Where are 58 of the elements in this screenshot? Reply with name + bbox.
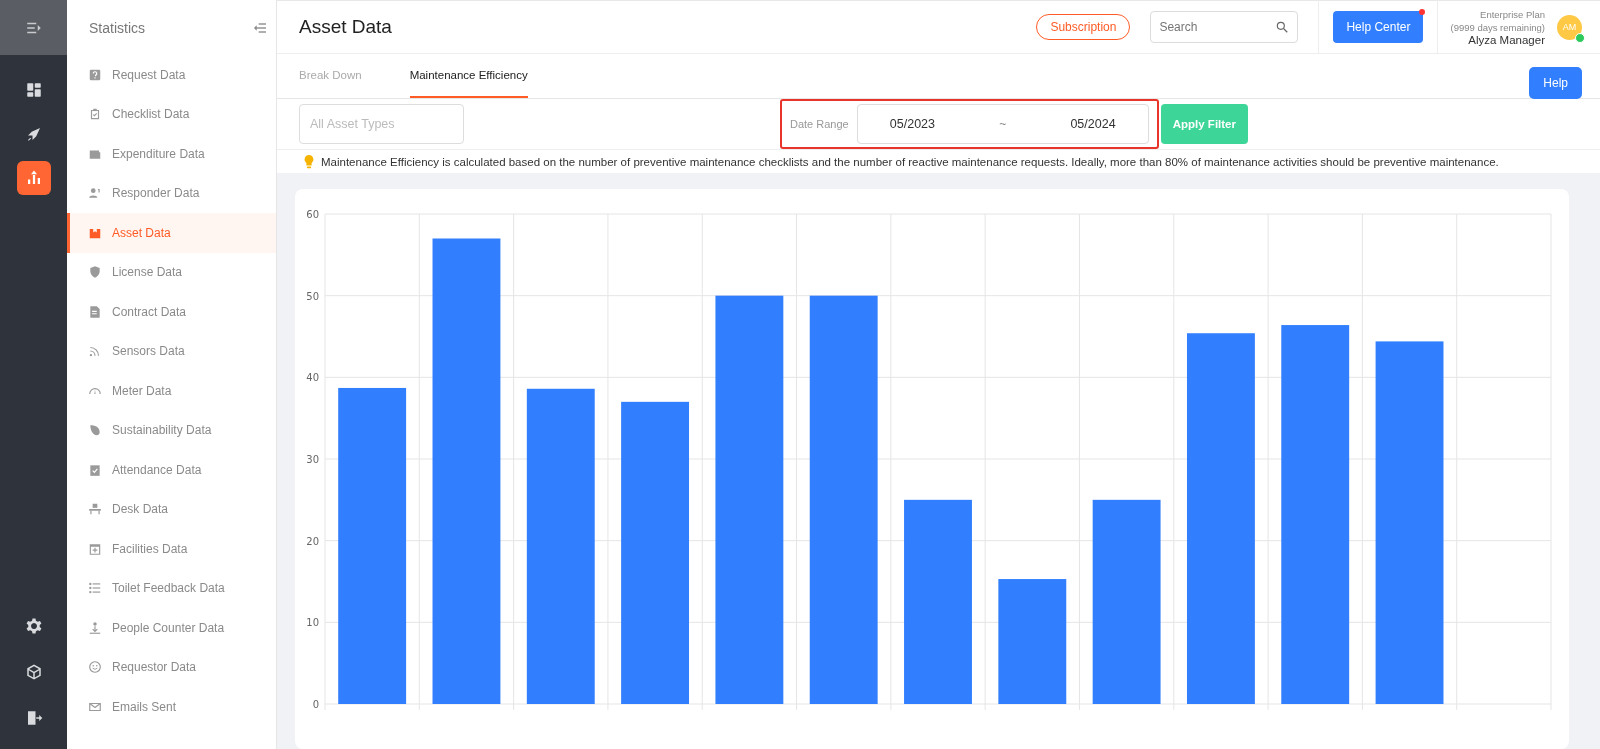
y-axis-label: 0 [312, 699, 319, 710]
y-axis-label: 60 [306, 209, 319, 220]
sidebar-item[interactable]: License Data [67, 252, 276, 292]
asset-type-select[interactable]: All Asset Types [299, 104, 464, 144]
page-title: Asset Data [299, 16, 393, 38]
plan-name: Enterprise Plan [1480, 8, 1545, 21]
sidebar-item[interactable]: Desk Data [67, 489, 276, 529]
smile-icon [88, 660, 102, 675]
user-name: Alyza Manager [1468, 34, 1545, 46]
help-button[interactable]: Help [1529, 67, 1582, 99]
sidebar-item[interactable]: Expenditure Data [67, 134, 276, 174]
sidebar-item[interactable]: Sensors Data [67, 331, 276, 371]
calendar-plus-icon [88, 541, 102, 556]
y-axis-label: 50 [306, 290, 319, 302]
y-axis-label: 40 [306, 372, 319, 384]
leaf-icon [88, 423, 102, 438]
date-range-label: Date Range [790, 118, 849, 130]
rail-nav-button[interactable] [16, 161, 51, 195]
help-center-button[interactable]: Help Center [1333, 11, 1424, 43]
tab[interactable]: Break Down [299, 54, 362, 98]
sidebar-item[interactable]: Toilet Feedback Data [67, 568, 276, 608]
document-icon [88, 304, 102, 319]
settings-icon [24, 617, 43, 635]
sidebar-item[interactable]: Request Data [67, 55, 276, 95]
clipboard-icon [88, 462, 102, 477]
sidebar-item[interactable]: Sustainability Data [67, 410, 276, 450]
plan-days: (9999 days remaining) [1450, 21, 1545, 34]
sidebar-item[interactable]: Asset Data [67, 213, 276, 253]
search-field[interactable]: Search [1150, 11, 1299, 43]
sidebar-item[interactable]: People Counter Data [67, 608, 276, 648]
user-icon [88, 186, 102, 201]
sidebar-item[interactable]: Emails Sent [67, 687, 276, 727]
sidebar-item[interactable]: Checklist Data [67, 94, 276, 134]
search-icon[interactable] [1275, 20, 1290, 34]
subscription-button[interactable]: Subscription [1036, 14, 1131, 40]
signal-icon [88, 344, 102, 359]
desk-icon [88, 502, 102, 517]
cube-icon [24, 663, 43, 681]
sidebar-item[interactable]: Meter Data [67, 371, 276, 411]
apply-filter-button[interactable]: Apply Filter [1160, 104, 1248, 144]
sidebar-item[interactable]: Facilities Data [67, 529, 276, 569]
sidebar-title: Statistics [89, 19, 145, 36]
date-range-field[interactable]: 05/2023 ~ 05/2024 [856, 104, 1149, 144]
person-counter-icon [88, 620, 102, 635]
sidebar-item[interactable]: Responder Data [67, 173, 276, 213]
clipboard-check-icon [88, 107, 102, 122]
shield-icon [88, 265, 102, 280]
info-text: Maintenance Efficiency is calculated based on the number of preventive maintenance checklists and the number of reactive maintenance requests. Ideally, more than 80% of maintenance activities should be preventive maintenance. [321, 155, 1499, 168]
dashboard-icon [24, 81, 43, 99]
y-axis-label: 20 [306, 535, 319, 547]
list-icon [88, 581, 102, 596]
sidebar-item[interactable]: Attendance Data [67, 450, 276, 490]
sidebar-item[interactable]: Contract Data [67, 292, 276, 332]
lightbulb-icon [303, 154, 315, 169]
y-axis-label: 30 [306, 454, 319, 465]
y-axis-label: 10 [306, 617, 319, 629]
question-icon [88, 67, 102, 82]
sidebar-item[interactable]: Requestor Data [67, 647, 276, 687]
